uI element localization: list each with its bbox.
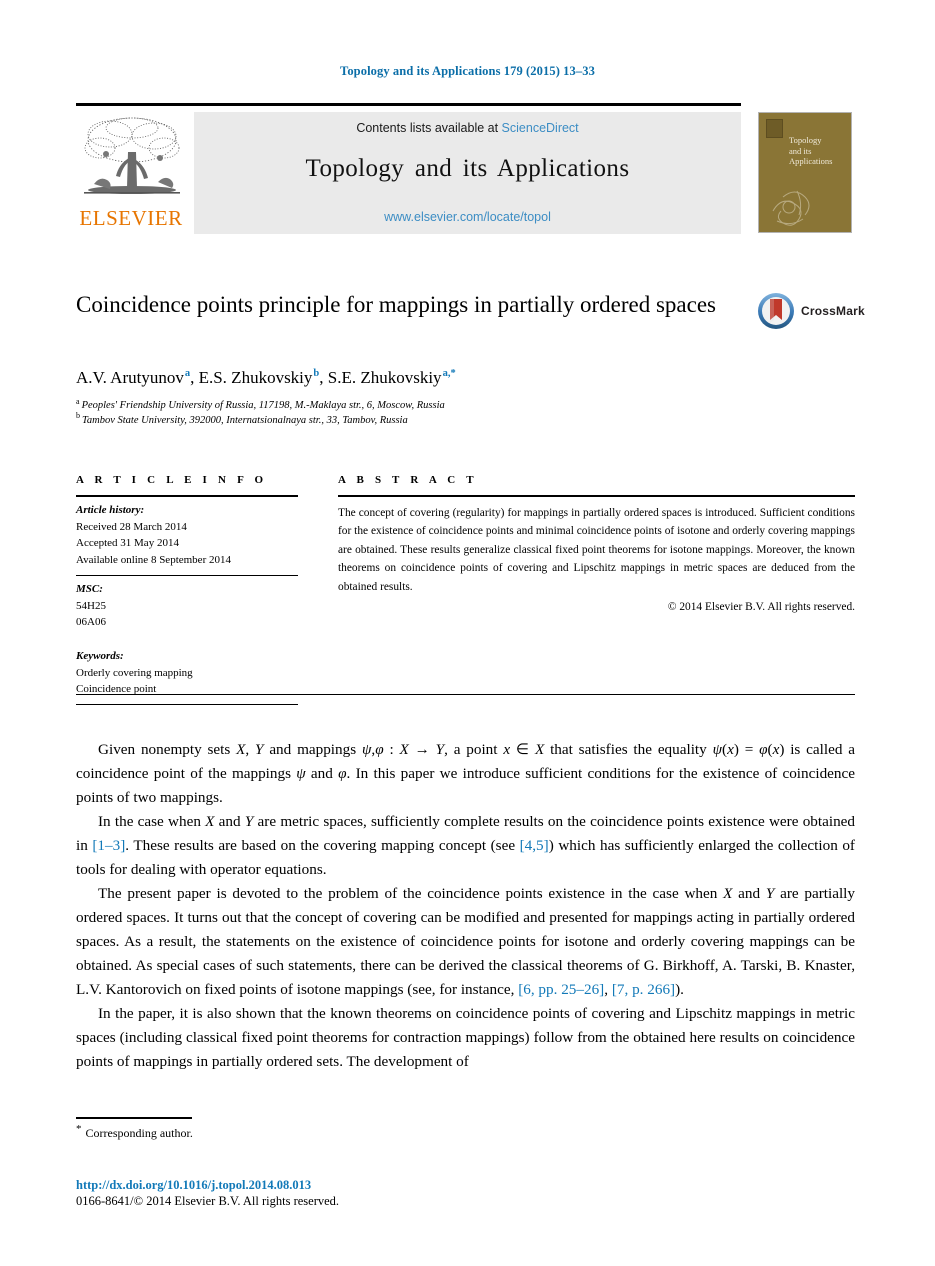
elsevier-tree-logo-icon [84, 117, 180, 194]
keyword-2: Coincidence point [76, 683, 157, 696]
keywords-label: Keywords: [76, 650, 124, 663]
cover-title-line-3: Applications [789, 156, 833, 167]
article-history-accepted: Accepted 31 May 2014 [76, 537, 179, 550]
author-list: A.V. Arutyunova, E.S. Zhukovskiyb, S.E. … [76, 368, 456, 387]
page-title: Coincidence points principle for mapping… [76, 292, 716, 317]
cover-artwork-icon [772, 190, 810, 226]
corresponding-author-note: * Corresponding author. [76, 1123, 193, 1141]
corresponding-author-marker: * [76, 1123, 82, 1135]
crossmark-icon [758, 293, 794, 329]
sciencedirect-link[interactable]: ScienceDirect [502, 121, 579, 135]
keyword-1: Orderly covering mapping [76, 666, 193, 679]
affiliation-a-text: Peoples' Friendship University of Russia… [81, 400, 445, 411]
citation-1-3[interactable]: [1–3] [92, 837, 125, 854]
msc-block: MSC: 54H25 06A06 [76, 576, 298, 637]
author-affil-marker-b: b [313, 368, 320, 380]
msc-label: MSC: [76, 582, 103, 595]
body-paragraph-1: Given nonempty sets X, Y and mappings ψ,… [76, 741, 855, 807]
article-history-block: Article history: Received 28 March 2014 … [76, 497, 298, 575]
affiliation-b-text: Tambov State University, 392000, Interna… [82, 414, 408, 426]
cover-title-line-2: and its [789, 145, 812, 156]
contents-line: Contents lists available at ScienceDirec… [194, 121, 741, 135]
article-info-rule-bottom [76, 704, 298, 706]
running-head: Topology and its Applications 179 (2015)… [340, 64, 595, 78]
article-info-column: A R T I C L E I N F O Article history: R… [76, 474, 298, 706]
banner-top-rule [76, 103, 741, 106]
citation-6[interactable]: [6, pp. 25–26] [518, 981, 604, 998]
doi-link[interactable]: http://dx.doi.org/10.1016/j.topol.2014.0… [76, 1178, 311, 1193]
corresponding-author-text: Corresponding author. [85, 1126, 193, 1140]
body-separator-rule [76, 694, 855, 695]
affiliation-b: b Tambov State University, 392000, Intern… [76, 412, 776, 429]
crossmark-label: CrossMark [801, 304, 865, 318]
msc-code-1: 54H25 [76, 599, 106, 612]
citation-4-5[interactable]: [4,5] [520, 837, 549, 854]
footnote-rule [76, 1117, 192, 1119]
contents-label: Contents lists available at [356, 121, 502, 135]
banner-grey-box: Contents lists available at ScienceDirec… [194, 112, 741, 234]
cover-title-line-1: Topology [789, 135, 822, 145]
article-history-online: Available online 8 September 2014 [76, 554, 231, 567]
body-paragraph-2: In the case when X and Y are metric spac… [76, 813, 855, 879]
cover-elsevier-mark-icon [766, 119, 783, 138]
article-body: Given nonempty sets X, Y and mappings ψ,… [76, 738, 855, 1074]
abstract-text: The concept of covering (regularity) for… [338, 507, 855, 593]
body-paragraph-4: In the paper, it is also shown that the … [76, 1005, 855, 1071]
article-history-received: Received 28 March 2014 [76, 520, 187, 533]
elsevier-wordmark: ELSEVIER [79, 206, 183, 230]
article-history-label: Article history: [76, 504, 145, 516]
abstract-copyright: © 2014 Elsevier B.V. All rights reserved… [667, 601, 855, 614]
journal-title: Topology and its Applications [305, 155, 630, 182]
abstract-heading: A B S T R A C T [338, 474, 478, 486]
affiliation-a: a Peoples' Friendship University of Russi… [76, 397, 776, 414]
author-affil-marker-a: a [184, 368, 191, 380]
crossmark-badge[interactable]: CrossMark [757, 292, 865, 332]
cover-title: Topology and its Applications [789, 135, 849, 167]
author-affil-marker-a-star: a,* [442, 368, 456, 380]
body-paragraph-3: The present paper is devoted to the prob… [76, 885, 855, 999]
journal-banner: ELSEVIER Contents lists available at Sci… [76, 112, 741, 234]
journal-cover-thumbnail: Topology and its Applications [758, 112, 852, 233]
journal-url-link[interactable]: www.elsevier.com/locate/topol [194, 210, 741, 224]
article-info-heading: A R T I C L E I N F O [76, 474, 268, 486]
affiliations: a Peoples' Friendship University of Russi… [76, 397, 776, 429]
keywords-block: Keywords: Orderly covering mapping Coinc… [76, 648, 298, 704]
issn-copyright-line: 0166-8641/© 2014 Elsevier B.V. All right… [76, 1194, 340, 1208]
elsevier-logo: ELSEVIER [76, 112, 186, 234]
abstract-column: A B S T R A C T The concept of covering … [338, 474, 855, 613]
citation-7[interactable]: [7, p. 266] [612, 981, 675, 998]
msc-code-2: 06A06 [76, 616, 106, 629]
